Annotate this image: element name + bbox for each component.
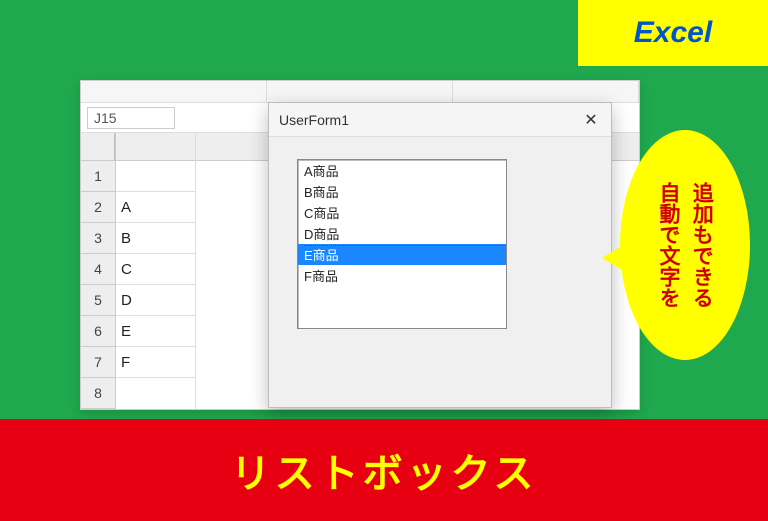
row-header[interactable]: 6 xyxy=(81,316,115,347)
listbox-item[interactable]: B商品 xyxy=(298,181,506,202)
cell[interactable] xyxy=(116,161,195,192)
row-headers: 1 2 3 4 5 6 7 8 xyxy=(81,133,116,409)
speech-bubble: 自動で文字を 追加もできる xyxy=(620,130,750,380)
excel-badge-label: Excel xyxy=(634,16,712,50)
close-icon: ✕ xyxy=(584,110,597,130)
listbox-item[interactable]: F商品 xyxy=(298,265,506,286)
cell[interactable]: D xyxy=(116,285,195,316)
row-header[interactable]: 2 xyxy=(81,192,115,223)
name-box[interactable]: J15 xyxy=(87,107,175,129)
cell[interactable]: E xyxy=(116,316,195,347)
toolbar-segment xyxy=(81,81,267,102)
listbox-item[interactable]: A商品 xyxy=(298,160,506,181)
row-header[interactable]: 8 xyxy=(81,378,115,409)
row-header[interactable]: 1 xyxy=(81,161,115,192)
userform-dialog[interactable]: UserForm1 ✕ A商品B商品C商品D商品E商品F商品 xyxy=(268,102,612,408)
bubble-body: 自動で文字を 追加もできる xyxy=(620,130,750,360)
dialog-title: UserForm1 xyxy=(279,112,571,128)
select-all-corner[interactable] xyxy=(81,133,115,161)
toolbar-segment xyxy=(267,81,453,102)
bottom-title-bar: リストボックス xyxy=(0,419,768,521)
cell[interactable]: C xyxy=(116,254,195,285)
close-button[interactable]: ✕ xyxy=(571,103,611,137)
column-header[interactable] xyxy=(116,133,195,161)
toolbar-segment xyxy=(453,81,639,102)
cell[interactable]: A xyxy=(116,192,195,223)
row-header[interactable]: 7 xyxy=(81,347,115,378)
listbox-item[interactable]: D商品 xyxy=(298,223,506,244)
listbox[interactable]: A商品B商品C商品D商品E商品F商品 xyxy=(297,159,507,329)
bubble-line: 自動で文字を xyxy=(655,182,682,308)
cell[interactable]: B xyxy=(116,223,195,254)
excel-badge: Excel xyxy=(578,0,768,66)
cell[interactable]: F xyxy=(116,347,195,378)
excel-toolbar xyxy=(81,81,639,103)
dialog-titlebar[interactable]: UserForm1 ✕ xyxy=(269,103,611,137)
listbox-item[interactable]: C商品 xyxy=(298,202,506,223)
column-a: A B C D E F xyxy=(116,133,196,409)
listbox-item[interactable]: E商品 xyxy=(298,244,506,265)
row-header[interactable]: 4 xyxy=(81,254,115,285)
bubble-tail-icon xyxy=(602,240,632,276)
bubble-line: 追加もできる xyxy=(688,182,715,308)
bottom-title: リストボックス xyxy=(231,441,538,499)
row-header[interactable]: 5 xyxy=(81,285,115,316)
row-header[interactable]: 3 xyxy=(81,223,115,254)
